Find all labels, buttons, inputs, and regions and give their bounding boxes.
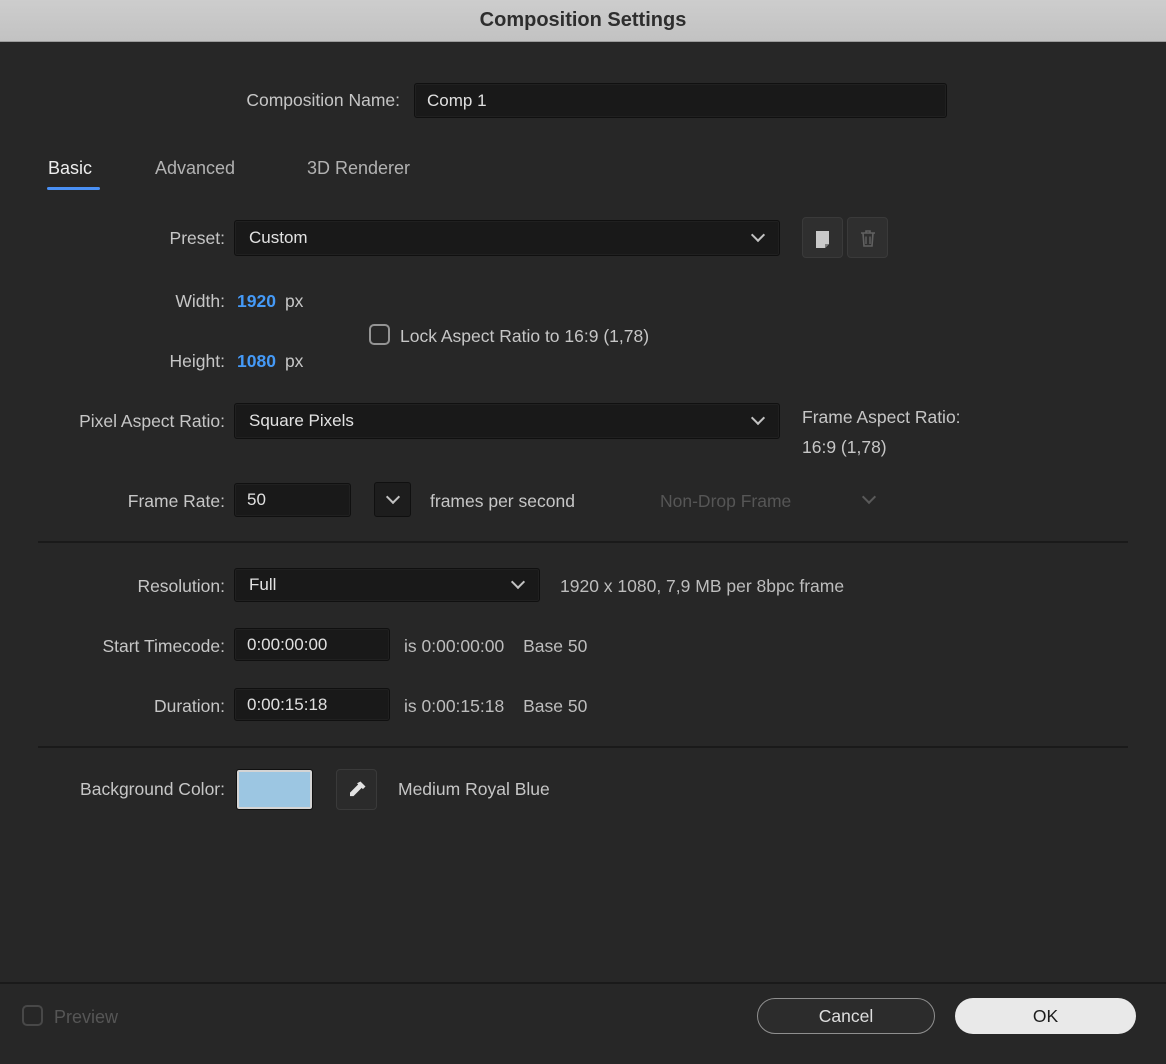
- preset-dropdown[interactable]: Custom: [234, 220, 780, 256]
- chevron-down-icon: [385, 489, 400, 505]
- tab-3d-renderer[interactable]: 3D Renderer: [307, 158, 410, 179]
- width-label: Width:: [175, 291, 225, 311]
- duration-info: is 0:00:15:18 Base 50: [404, 696, 587, 717]
- width-value[interactable]: 1920 px: [237, 291, 303, 312]
- frame-aspect-ratio-label: Frame Aspect Ratio:: [802, 407, 961, 427]
- tab-basic[interactable]: Basic: [48, 158, 92, 179]
- preset-value: Custom: [249, 228, 308, 247]
- chevron-down-icon: [861, 489, 877, 505]
- pixel-aspect-ratio-label: Pixel Aspect Ratio:: [79, 411, 225, 431]
- background-color-swatch[interactable]: [236, 769, 313, 810]
- ok-button[interactable]: OK: [955, 998, 1136, 1034]
- background-color-name: Medium Royal Blue: [398, 779, 550, 799]
- active-tab-underline: [47, 187, 100, 190]
- composition-settings-dialog: Composition Settings Composition Name: B…: [0, 0, 1166, 1064]
- width-unit: px: [284, 291, 304, 311]
- footer-divider: [0, 982, 1166, 984]
- lock-aspect-label: Lock Aspect Ratio to 16:9 (1,78): [400, 326, 650, 346]
- duration-base-text: Base 50: [523, 696, 588, 716]
- background-color-label: Background Color:: [80, 779, 225, 799]
- resolution-label: Resolution:: [137, 576, 225, 596]
- height-label: Height:: [169, 351, 225, 371]
- duration-input[interactable]: [234, 688, 390, 721]
- frames-per-second-label: frames per second: [430, 491, 575, 511]
- start-timecode-input[interactable]: [234, 628, 390, 661]
- preview-checkbox[interactable]: [22, 1005, 43, 1026]
- delete-preset-button[interactable]: [847, 217, 888, 258]
- frame-rate-input[interactable]: [234, 483, 351, 517]
- drop-frame-dropdown: Non-Drop Frame: [660, 491, 791, 512]
- height-unit: px: [284, 351, 304, 371]
- trash-icon: [860, 229, 875, 247]
- preview-label: Preview: [54, 1007, 119, 1027]
- start-timecode-is-text: is 0:00:00:00: [404, 636, 505, 656]
- resolution-value: Full: [249, 575, 277, 594]
- frame-rate-label: Frame Rate:: [127, 491, 225, 511]
- preset-label: Preset:: [169, 228, 225, 248]
- dialog-titlebar: Composition Settings: [0, 0, 1166, 42]
- start-timecode-label: Start Timecode:: [102, 636, 225, 656]
- cancel-button[interactable]: Cancel: [757, 998, 935, 1034]
- chevron-down-icon: [510, 574, 526, 590]
- duration-label: Duration:: [153, 696, 225, 716]
- start-timecode-base-text: Base 50: [523, 636, 588, 656]
- resolution-dropdown[interactable]: Full: [234, 568, 540, 602]
- chevron-down-icon: [750, 227, 766, 243]
- section-divider: [38, 541, 1128, 543]
- eyedropper-icon: [349, 781, 365, 796]
- composition-name-label: Composition Name:: [246, 90, 400, 110]
- dialog-title: Composition Settings: [479, 9, 687, 31]
- duration-is-text: is 0:00:15:18: [404, 696, 505, 716]
- start-timecode-info: is 0:00:00:00 Base 50: [404, 636, 587, 657]
- chevron-down-icon: [750, 410, 766, 426]
- section-divider: [38, 746, 1128, 748]
- lock-aspect-checkbox[interactable]: [369, 324, 390, 345]
- height-number[interactable]: 1080: [237, 351, 276, 371]
- pixel-aspect-ratio-dropdown[interactable]: Square Pixels: [234, 403, 780, 439]
- frame-aspect-ratio-value: 16:9 (1,78): [802, 437, 887, 457]
- resolution-info: 1920 x 1080, 7,9 MB per 8bpc frame: [560, 576, 845, 596]
- eyedropper-button[interactable]: [336, 769, 377, 810]
- save-preset-button[interactable]: [802, 217, 843, 258]
- pixel-aspect-ratio-value: Square Pixels: [249, 411, 354, 430]
- height-value[interactable]: 1080 px: [237, 351, 303, 372]
- drop-frame-value: Non-Drop Frame: [660, 491, 792, 511]
- width-number[interactable]: 1920: [237, 291, 276, 311]
- save-preset-icon: [815, 230, 829, 248]
- frame-rate-preset-button[interactable]: [374, 482, 411, 517]
- tab-advanced[interactable]: Advanced: [155, 158, 235, 179]
- composition-name-input[interactable]: [414, 83, 947, 118]
